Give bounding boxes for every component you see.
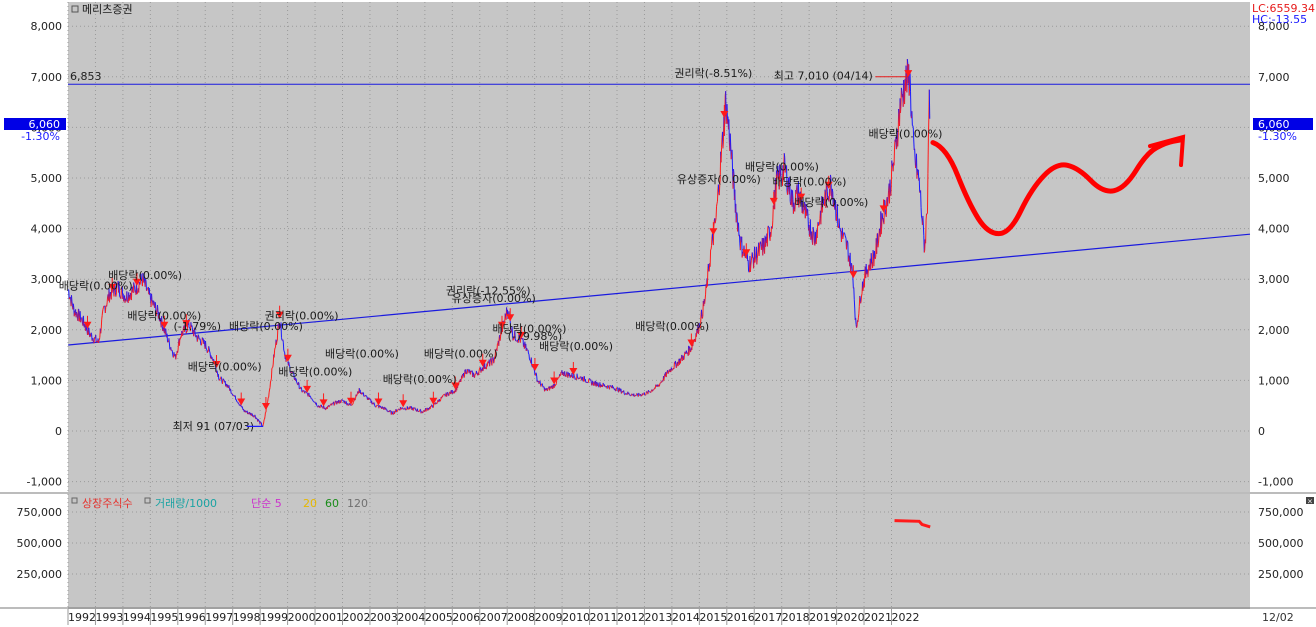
y-tick-label-right: 3,000 <box>1258 273 1290 286</box>
legend-item[interactable]: 20 <box>303 497 317 510</box>
volume-tick-left: 500,000 <box>17 537 63 550</box>
event-annotation-label: 배당락(0.00%) <box>383 373 457 386</box>
y-tick-label-left: 7,000 <box>31 71 63 84</box>
hc-readout: HC:-13.55 <box>1252 13 1307 26</box>
panel-title: 메리츠증권 <box>82 3 133 16</box>
x-tick-label: 2003 <box>370 611 398 624</box>
y-tick-label-left: 4,000 <box>31 223 63 236</box>
volume-tick-right: 750,000 <box>1258 506 1304 519</box>
horizontal-level-label: 6,853 <box>70 70 102 83</box>
x-tick-label: 2019 <box>809 611 837 624</box>
volume-panel[interactable] <box>68 494 1250 609</box>
max-price-label: 최고 7,010 (04/14) <box>774 69 873 82</box>
y-tick-label-right: 7,000 <box>1258 71 1290 84</box>
current-change-left: -1.30% <box>21 130 60 143</box>
x-tick-label: 2008 <box>507 611 535 624</box>
y-tick-label-right: 1,000 <box>1258 374 1290 387</box>
legend-item[interactable]: 60 <box>325 497 339 510</box>
x-tick-label: 1993 <box>95 611 123 624</box>
event-annotation-label: 배당락(0.00%) <box>869 128 943 141</box>
event-annotation-label: 유상증자(0.00%) <box>677 173 761 186</box>
event-annotation-label: 배당락(0.00%) <box>745 160 819 173</box>
y-tick-label-left: 1,000 <box>31 374 63 387</box>
x-tick-label: 2020 <box>837 611 865 624</box>
y-tick-label-left: 5,000 <box>31 172 63 185</box>
x-tick-label: 2004 <box>397 611 425 624</box>
event-annotation-label: 유상증자(0.00%) <box>452 292 536 305</box>
y-tick-label-right: 0 <box>1258 425 1265 438</box>
legend-item[interactable]: 상장주식수 <box>82 497 133 510</box>
y-tick-label-left: -1,000 <box>27 476 62 489</box>
x-tick-label: 2002 <box>343 611 371 624</box>
event-annotation-label: 배당락(0.00%) <box>794 196 868 209</box>
event-annotation-label: 배당락(0.00%) <box>188 360 262 373</box>
volume-tick-right: 500,000 <box>1258 537 1304 550</box>
x-tick-label: 2010 <box>562 611 590 624</box>
event-annotation-label: 배당락(0.00%) <box>108 269 182 282</box>
event-annotation-label: (-1.79%) <box>174 320 222 333</box>
x-tick-label: 1996 <box>178 611 206 624</box>
event-annotation-label: 배당락(0.00%) <box>539 340 613 353</box>
price-panel[interactable] <box>68 2 1250 492</box>
x-tick-label: 2011 <box>590 611 618 624</box>
x-tick-label: 2013 <box>644 611 672 624</box>
volume-tick-left: 250,000 <box>17 568 63 581</box>
x-tick-label: 2007 <box>480 611 508 624</box>
y-tick-label-right: 5,000 <box>1258 172 1290 185</box>
stock-chart[interactable]: 8,0007,0006,0005,0004,0003,0002,0001,000… <box>0 0 1316 627</box>
y-tick-label-left: 0 <box>55 425 62 438</box>
x-tick-label: 2016 <box>727 611 755 624</box>
y-tick-label-left: 2,000 <box>31 324 63 337</box>
y-tick-label-right: 2,000 <box>1258 324 1290 337</box>
volume-tick-left: 750,000 <box>17 506 63 519</box>
volume-tick-right: 250,000 <box>1258 568 1304 581</box>
x-tick-label: 2018 <box>782 611 810 624</box>
x-tick-label: 1992 <box>68 611 96 624</box>
event-annotation-label: 배당락(0.00%) <box>635 320 709 333</box>
x-tick-label: 2014 <box>672 611 700 624</box>
x-tick-label: 1997 <box>205 611 233 624</box>
y-tick-label-right: -1,000 <box>1258 476 1293 489</box>
event-annotation-label: 배당락(0.00%) <box>278 365 352 378</box>
x-tick-label: 1998 <box>233 611 261 624</box>
y-tick-label-left: 3,000 <box>31 273 63 286</box>
y-tick-label-left: 8,000 <box>31 20 63 33</box>
event-annotation-label: 배당락(0.00%) <box>424 348 498 361</box>
event-annotation-label: 배당락(0.00%) <box>325 348 399 361</box>
x-tick-label: 2015 <box>699 611 727 624</box>
x-tick-label: 1995 <box>150 611 178 624</box>
x-tick-label: 2005 <box>425 611 453 624</box>
x-end-label: 12/02 <box>1262 611 1294 624</box>
close-icon: × <box>1307 498 1313 506</box>
x-tick-label: 2021 <box>864 611 892 624</box>
event-annotation-label: 권리락(0.00%) <box>265 310 339 323</box>
x-tick-label: 2017 <box>754 611 782 624</box>
current-change-right: -1.30% <box>1258 130 1297 143</box>
event-annotation-label: 권리락(-8.51%) <box>674 67 752 80</box>
event-annotation-label: 배당락(0.00%) <box>772 176 846 189</box>
x-tick-label: 2012 <box>617 611 645 624</box>
y-tick-label-right: 4,000 <box>1258 223 1290 236</box>
x-tick-label: 1994 <box>123 611 151 624</box>
x-tick-label: 2022 <box>892 611 920 624</box>
legend-item[interactable]: 120 <box>347 497 368 510</box>
x-tick-label: 1999 <box>260 611 288 624</box>
x-tick-label: 2000 <box>288 611 316 624</box>
legend-item[interactable]: 거래량/1000 <box>155 497 217 510</box>
x-tick-label: 2009 <box>535 611 563 624</box>
x-tick-label: 2006 <box>452 611 480 624</box>
x-tick-label: 2001 <box>315 611 343 624</box>
min-price-label: 최저 91 (07/03) <box>173 420 255 433</box>
legend-item[interactable]: 단순 5 <box>251 497 282 510</box>
